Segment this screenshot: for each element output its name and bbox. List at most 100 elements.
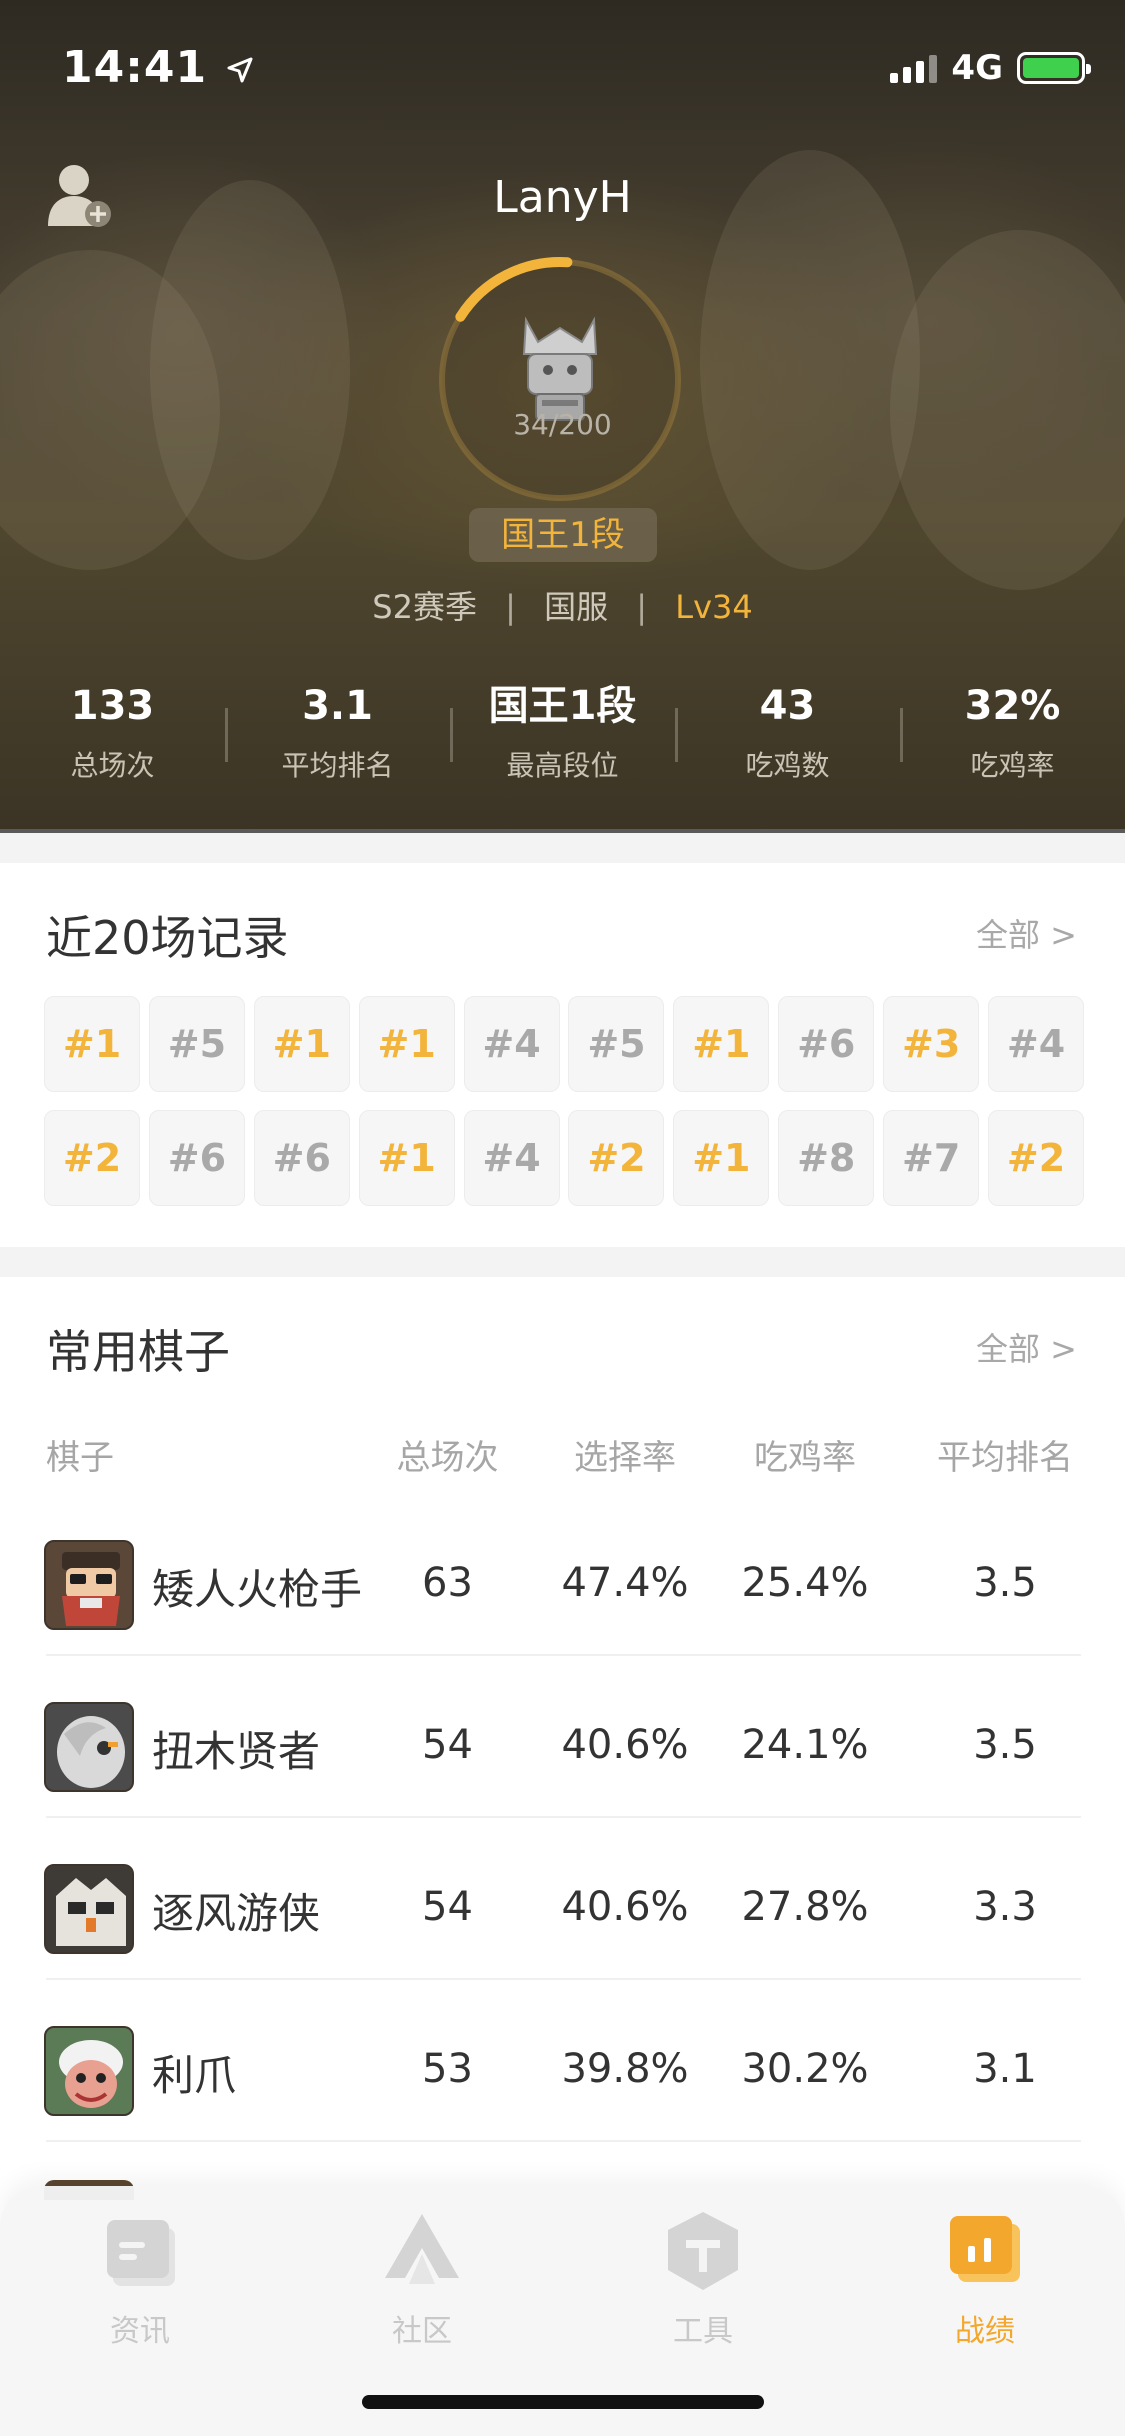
record-chip[interactable]: #2 bbox=[44, 1110, 140, 1206]
home-indicator bbox=[362, 2395, 764, 2409]
tab-label: 社区 bbox=[392, 2314, 452, 2349]
piece-row-claw[interactable]: 利爪 53 39.8% 30.2% 3.1 bbox=[0, 1980, 1125, 2142]
wind-ranger-avatar-icon bbox=[44, 1864, 134, 1954]
stats-icon bbox=[950, 2216, 1020, 2282]
news-icon bbox=[107, 2220, 175, 2286]
stat-value: 3.1 bbox=[302, 683, 373, 729]
piece-average-rank: 3.1 bbox=[973, 2046, 1037, 2092]
separator: | bbox=[636, 588, 648, 626]
common-pieces-more-link[interactable]: 全部 > bbox=[976, 1324, 1077, 1370]
piece-average-rank: 3.5 bbox=[973, 1722, 1037, 1768]
stat-label: 总场次 bbox=[70, 749, 155, 782]
record-chip[interactable]: #1 bbox=[673, 996, 770, 1092]
piece-average-rank: 3.3 bbox=[973, 1884, 1037, 1930]
record-chip[interactable]: #7 bbox=[883, 1110, 980, 1206]
record-chip[interactable]: #5 bbox=[148, 996, 245, 1092]
stat-average-rank: 3.1 平均排名 bbox=[225, 680, 450, 784]
community-icon bbox=[385, 2214, 459, 2284]
record-chip[interactable]: #8 bbox=[778, 1110, 875, 1206]
status-time: 14:41 bbox=[62, 42, 255, 93]
header-total-games: 总场次 bbox=[396, 1438, 499, 1478]
record-chip[interactable]: #1 bbox=[358, 1110, 455, 1206]
tab-tools[interactable]: 工具 bbox=[603, 2206, 803, 2350]
piece-name: 矮人火枪手 bbox=[152, 1565, 363, 1614]
piece-row-dwarf-gunner[interactable]: 矮人火枪手 63 47.4% 25.4% 3.5 bbox=[0, 1494, 1125, 1656]
recent-records-grid: #1 #5 #1 #1 #4 #5 #1 #6 #3 #4 #2 #6 #6 #1 #4 #2 #1 #8 #7 #2 bbox=[44, 996, 1085, 1206]
row-divider bbox=[46, 2140, 1081, 2142]
common-pieces-title: 常用棋子 bbox=[46, 1325, 230, 1379]
header-average-rank: 平均排名 bbox=[937, 1438, 1073, 1478]
tab-label: 工具 bbox=[673, 2314, 733, 2349]
tab-stats[interactable]: 战绩 bbox=[885, 2206, 1085, 2350]
record-chip[interactable]: #3 bbox=[883, 996, 980, 1092]
piece-total-games: 54 bbox=[422, 1884, 473, 1930]
season-info: S2赛季 | 国服 | Lv34 bbox=[0, 582, 1125, 628]
season-label: S2赛季 bbox=[372, 588, 477, 626]
battery-icon bbox=[1017, 52, 1091, 84]
stat-value: 32% bbox=[964, 683, 1061, 729]
profile-header: 14:41 4G LanyH 34/200 国王1段 S2赛季 | 国服 | L… bbox=[0, 0, 1125, 833]
recent-records-more-link[interactable]: 全部 > bbox=[976, 910, 1077, 956]
record-chip[interactable]: #6 bbox=[148, 1110, 245, 1206]
record-chip[interactable]: #6 bbox=[778, 996, 875, 1092]
separator: | bbox=[505, 588, 516, 626]
record-chip[interactable]: #6 bbox=[253, 1110, 350, 1206]
status-bar: 14:41 4G bbox=[0, 0, 1125, 130]
piece-pick-rate: 47.4% bbox=[561, 1560, 689, 1606]
piece-name: 逐风游侠 bbox=[152, 1889, 321, 1938]
stat-label: 吃鸡数 bbox=[745, 749, 830, 782]
stat-label: 最高段位 bbox=[506, 749, 619, 782]
signal-icon bbox=[890, 53, 938, 83]
record-chip[interactable]: #4 bbox=[463, 1110, 560, 1206]
piece-total-games: 54 bbox=[422, 1722, 473, 1768]
stat-value: 43 bbox=[759, 683, 816, 729]
piece-win-rate: 30.2% bbox=[741, 2046, 869, 2092]
pieces-table-header: 棋子 总场次 选择率 吃鸡率 平均排名 bbox=[0, 1430, 1125, 1480]
record-chip[interactable]: #2 bbox=[568, 1110, 665, 1206]
piece-total-games: 53 bbox=[422, 2046, 473, 2092]
piece-win-rate: 25.4% bbox=[741, 1560, 869, 1606]
piece-win-rate: 27.8% bbox=[741, 1884, 869, 1930]
stat-value: 133 bbox=[70, 683, 155, 729]
record-chip[interactable]: #1 bbox=[673, 1110, 770, 1206]
record-chip[interactable]: #1 bbox=[358, 996, 455, 1092]
level-label: Lv34 bbox=[675, 588, 753, 626]
record-chip[interactable]: #4 bbox=[463, 996, 560, 1092]
server-label: 国服 bbox=[544, 588, 609, 626]
record-chip[interactable]: #2 bbox=[988, 1110, 1085, 1206]
stat-highest-rank: 国王1段 最高段位 bbox=[450, 680, 675, 784]
header-piece: 棋子 bbox=[46, 1438, 114, 1478]
piece-win-rate: 24.1% bbox=[741, 1722, 869, 1768]
header-win-rate: 吃鸡率 bbox=[754, 1438, 856, 1478]
record-chip[interactable]: #1 bbox=[253, 996, 350, 1092]
piece-row-twisted-sage[interactable]: 扭木贤者 54 40.6% 24.1% 3.5 bbox=[0, 1656, 1125, 1818]
record-chip[interactable]: #4 bbox=[988, 996, 1085, 1092]
tab-community[interactable]: 社区 bbox=[322, 2206, 522, 2350]
piece-total-games: 63 bbox=[422, 1560, 473, 1606]
piece-name: 利爪 bbox=[152, 2051, 237, 2100]
dwarf-gunner-avatar-icon bbox=[44, 1540, 134, 1630]
record-chip[interactable]: #1 bbox=[44, 996, 140, 1092]
tab-label: 资讯 bbox=[110, 2314, 170, 2349]
tools-icon bbox=[668, 2212, 738, 2290]
stat-wins: 43 吃鸡数 bbox=[675, 680, 900, 784]
stat-win-rate: 32% 吃鸡率 bbox=[900, 680, 1125, 784]
piece-pick-rate: 40.6% bbox=[561, 1884, 689, 1930]
section-gap bbox=[0, 1247, 1125, 1277]
piece-name: 扭木贤者 bbox=[152, 1727, 321, 1776]
record-chip[interactable]: #5 bbox=[568, 996, 665, 1092]
piece-average-rank: 3.5 bbox=[973, 1560, 1037, 1606]
header-pick-rate: 选择率 bbox=[574, 1438, 676, 1478]
piece-row-wind-ranger[interactable]: 逐风游侠 54 40.6% 27.8% 3.3 bbox=[0, 1818, 1125, 1980]
username: LanyH bbox=[493, 172, 632, 223]
stat-value: 国王1段 bbox=[488, 683, 637, 729]
piece-pick-rate: 40.6% bbox=[561, 1722, 689, 1768]
status-indicators: 4G bbox=[890, 48, 1091, 88]
stat-label: 吃鸡率 bbox=[970, 749, 1055, 782]
section-gap bbox=[0, 833, 1125, 863]
clock-text: 14:41 bbox=[62, 42, 208, 93]
tab-news[interactable]: 资讯 bbox=[40, 2206, 240, 2350]
rank-progress-text: 34/200 bbox=[513, 408, 612, 441]
stats-row: 133 总场次 3.1 平均排名 国王1段 最高段位 43 吃鸡数 32% 吃鸡… bbox=[0, 680, 1125, 784]
network-label: 4G bbox=[951, 48, 1003, 88]
